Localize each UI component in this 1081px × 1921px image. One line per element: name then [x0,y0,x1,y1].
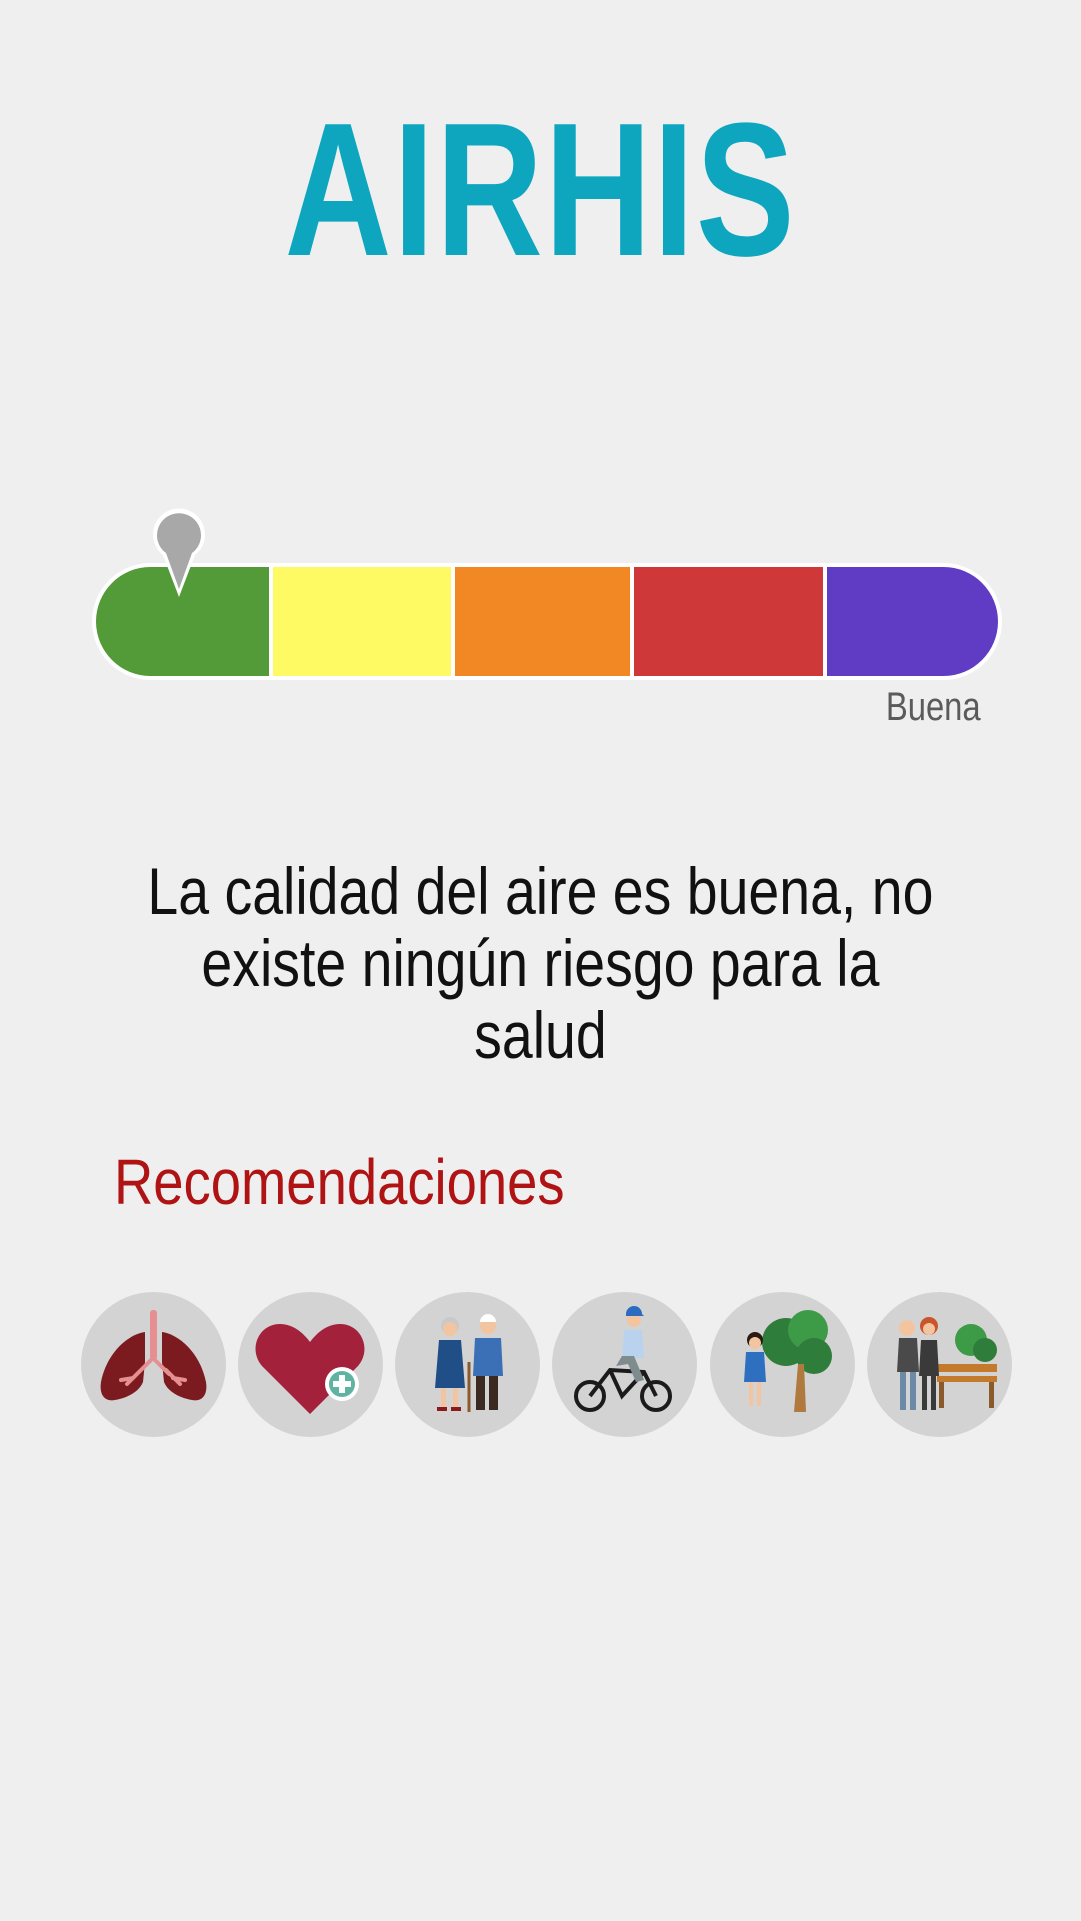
recommendation-park[interactable] [867,1292,1012,1437]
recommendations-title: Recomendaciones [114,1146,565,1218]
recommendation-elderly[interactable] [395,1292,540,1437]
recommendation-lungs[interactable] [81,1292,226,1437]
recommendation-outdoors[interactable] [710,1292,855,1437]
scale-segment-unhealthy [634,567,823,676]
cyclist-icon [574,1306,672,1412]
location-pin-icon [153,508,205,597]
recommendation-heart[interactable] [238,1292,383,1437]
scale-segment-unhealthy-sensitive [455,567,630,676]
couple-bench-icon [897,1317,997,1410]
recommendations-list [81,1292,1012,1437]
heart-health-icon [255,1324,365,1414]
scale-segment-very-unhealthy [827,567,998,676]
child-tree-icon [744,1310,832,1412]
recommendation-cycling[interactable] [552,1292,697,1437]
air-quality-scale [92,563,1002,680]
app-title: AIRHIS [284,84,797,296]
quality-level-label: Buena [886,685,981,729]
quality-message: La calidad del aire es buena, no existe … [147,854,934,1072]
lungs-icon [100,1310,207,1401]
elderly-couple-icon [435,1314,503,1412]
scale-segment-moderate [273,567,451,676]
